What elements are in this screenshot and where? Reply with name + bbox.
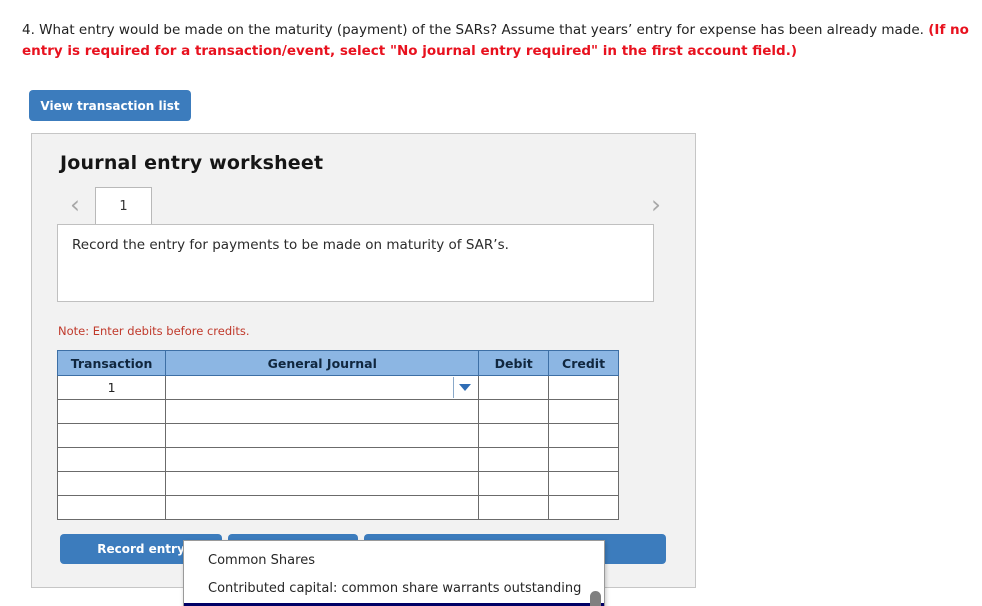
cell-general-journal[interactable] (165, 423, 480, 448)
journal-entry-worksheet-panel: Journal entry worksheet ‹ 1 › Record the… (31, 133, 696, 606)
debits-before-credits-note: Note: Enter debits before credits. (58, 324, 250, 338)
cell-credit[interactable] (548, 471, 619, 496)
cell-credit[interactable] (548, 495, 619, 520)
cell-transaction[interactable]: 1 (56, 375, 167, 400)
cell-general-journal-account-select[interactable] (165, 375, 480, 400)
question-text: 4. What entry would be made on the matur… (22, 20, 972, 62)
column-header-general-journal: General Journal (165, 350, 480, 376)
account-dropdown-toggle[interactable] (453, 377, 476, 398)
table-header-row: Transaction General Journal Debit Credit (56, 350, 619, 376)
cell-general-journal[interactable] (165, 495, 480, 520)
cell-general-journal[interactable] (165, 447, 480, 472)
worksheet-tab-1[interactable]: 1 (95, 187, 152, 224)
cell-debit[interactable] (478, 495, 550, 520)
account-dropdown-options: Cash Common Shares Contributed capital: … (184, 541, 604, 606)
table-row (56, 423, 619, 448)
cell-credit[interactable] (548, 423, 619, 448)
cell-debit[interactable] (478, 447, 550, 472)
table-row: 1 (56, 375, 619, 400)
cell-debit[interactable] (478, 471, 550, 496)
cell-debit[interactable] (478, 399, 550, 424)
dropdown-option-common-shares[interactable]: Common Shares (184, 547, 604, 575)
view-transaction-list-button[interactable]: View transaction list (29, 90, 191, 121)
cell-debit[interactable] (478, 375, 550, 400)
screenshot-root: 4. What entry would be made on the matur… (0, 0, 982, 606)
cell-transaction[interactable] (56, 423, 167, 448)
cell-transaction[interactable] (56, 447, 167, 472)
cell-transaction[interactable] (56, 471, 167, 496)
instruction-text: Record the entry for payments to be made… (72, 237, 509, 253)
cell-transaction[interactable] (56, 495, 167, 520)
cell-debit[interactable] (478, 423, 550, 448)
column-header-credit: Credit (548, 350, 619, 376)
table-row (56, 495, 619, 520)
chevron-left-icon[interactable]: ‹ (62, 191, 88, 221)
table-row (56, 399, 619, 424)
cell-credit[interactable] (548, 399, 619, 424)
column-header-debit: Debit (478, 350, 550, 376)
worksheet-tab-strip: ‹ 1 › (57, 187, 670, 225)
chevron-down-icon (459, 384, 472, 391)
cell-transaction[interactable] (56, 399, 167, 424)
question-black-part: 4. What entry would be made on the matur… (22, 22, 929, 38)
table-row (56, 471, 619, 496)
column-header-transaction: Transaction (56, 350, 167, 376)
cell-general-journal[interactable] (165, 471, 480, 496)
cell-general-journal[interactable] (165, 399, 480, 424)
journal-entry-table: Transaction General Journal Debit Credit… (56, 350, 619, 520)
account-dropdown-list[interactable]: Cash Common Shares Contributed capital: … (183, 540, 605, 606)
dropdown-scrollbar[interactable] (590, 544, 601, 606)
cell-credit[interactable] (548, 375, 619, 400)
dropdown-option-cash[interactable]: Cash (184, 541, 604, 547)
dropdown-scrollbar-thumb[interactable] (590, 591, 601, 606)
instruction-box: Record the entry for payments to be made… (57, 224, 654, 302)
chevron-right-icon[interactable]: › (643, 191, 669, 221)
cell-credit[interactable] (548, 447, 619, 472)
worksheet-title: Journal entry worksheet (60, 152, 324, 174)
table-row (56, 447, 619, 472)
dropdown-option-common-share-warrants[interactable]: Contributed capital: common share warran… (184, 575, 604, 603)
